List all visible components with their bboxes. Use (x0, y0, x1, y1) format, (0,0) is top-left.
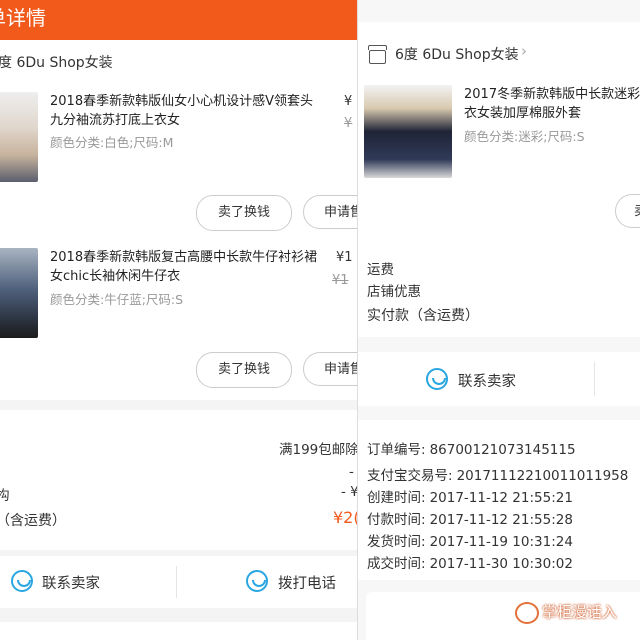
actual-paid-label: 实付款（含运费） (367, 308, 479, 324)
action-bar: 联系卖家 拨打电话 (0, 556, 357, 608)
paid-time-row: 付款时间: 2017-11-12 21:55:28 (367, 508, 573, 528)
info-value: 2017-11-12 21:55:21 (429, 490, 573, 506)
order-items-card: 度 6Du Shop女装 › 2018春季新款韩版仙女小心机设计感V领套头九分袖… (0, 40, 357, 400)
info-value: 2017-11-12 21:55:28 (429, 512, 573, 528)
shipped-time-row: 发货时间: 2017-11-19 10:31:24 (367, 530, 573, 550)
shipping-promo: 满199包邮除 (279, 442, 357, 458)
divider (594, 362, 595, 396)
order-info-card: 订单编号: 86700121073145115 支付宝交易号: 2017111221… (358, 420, 640, 580)
product-title[interactable]: 2017冬季新款韩版中长款迷彩棉衣女装加厚棉服外套 (464, 85, 640, 123)
shop-name[interactable]: 6度 6Du Shop女装 (395, 44, 519, 64)
info-label: 付款时间: (367, 512, 426, 528)
order-number-row: 订单编号: 86700121073145115 (367, 438, 576, 458)
product-thumbnail[interactable] (0, 92, 38, 182)
call-phone-button[interactable]: 拨打电话 (278, 572, 336, 593)
chat-icon (11, 570, 33, 592)
right-order-panel: 6度 6Du Shop女装 › 2017冬季新款韩版中长款迷彩棉衣女装加厚棉服外… (357, 0, 640, 640)
contact-seller-button[interactable]: 联系卖家 (458, 370, 516, 391)
product-thumbnail[interactable] (0, 248, 38, 338)
price-summary-card: 满199包邮除 - 构 - ¥ （含运费） ¥2( (0, 410, 357, 550)
product-thumbnail[interactable] (364, 85, 452, 178)
info-label: 成交时间: (367, 556, 426, 572)
product-title[interactable]: 2018春季新款韩版复古高腰中长款牛仔衬衫裙女chic长袖休闲牛仔衣 (50, 248, 322, 286)
apply-after-sale-button[interactable]: 申请售 (303, 195, 357, 229)
sell-button[interactable]: 卖了换钱 (196, 195, 292, 231)
product-price: ¥1 (336, 250, 353, 265)
chevron-right-icon: › (521, 42, 527, 60)
total-value: ¥2( (333, 508, 357, 527)
order-items-card: 6度 6Du Shop女装 › 2017冬季新款韩版中长款迷彩棉衣女装加厚棉服外… (358, 22, 640, 337)
bottom-card (0, 622, 357, 640)
contact-seller-button[interactable]: 联系卖家 (42, 572, 100, 593)
product-attributes: 颜色分类:白色;尺码:M (50, 135, 174, 150)
alipay-trade-row: 支付宝交易号: 20171112210011011958 (367, 464, 628, 484)
total-label: （含运费） (0, 513, 66, 529)
sell-button[interactable]: 卖 (615, 194, 640, 228)
page-title: 单详情 (0, 6, 46, 30)
watermark-logo-icon (515, 602, 539, 624)
shop-discount-label: 店铺优惠 (367, 284, 421, 300)
phone-icon (246, 570, 268, 592)
left-order-panel: 单详情 度 6Du Shop女装 › 2018春季新款韩版仙女小心机设计感V领套… (0, 0, 357, 640)
completed-time-row: 成交时间: 2017-11-30 10:30:02 (367, 552, 573, 572)
info-value: 2017-11-30 10:30:02 (429, 556, 573, 572)
product-attributes: 颜色分类:牛仔蓝;尺码:S (50, 292, 184, 307)
info-value: 2017-11-19 10:31:24 (429, 534, 573, 550)
created-time-row: 创建时间: 2017-11-12 21:55:21 (367, 486, 573, 506)
product-original-price: ¥1 (332, 273, 349, 288)
shipping-label: 运费 (367, 262, 394, 278)
info-label: 支付宝交易号: (367, 468, 453, 484)
product-price: ¥ (344, 94, 353, 109)
chevron-right-icon: › (104, 50, 110, 68)
info-value[interactable]: 86700121073145115 (430, 442, 576, 458)
chat-icon (426, 368, 448, 390)
shop-name[interactable]: 度 6Du Shop女装 (0, 52, 113, 72)
shipping-value: - (349, 464, 354, 480)
info-label: 订单编号: (367, 442, 426, 458)
apply-after-sale-button[interactable]: 申请售 (303, 352, 357, 386)
info-label: 发货时间: (367, 534, 426, 550)
info-label: 创建时间: (367, 490, 426, 506)
divider (176, 566, 177, 598)
product-original-price: ¥ (344, 116, 353, 131)
shop-discount-label: 构 (0, 488, 10, 504)
action-bar: 联系卖家 (358, 352, 640, 406)
shop-icon (368, 45, 387, 64)
order-detail-header: 单详情 (0, 0, 357, 40)
sell-button[interactable]: 卖了换钱 (196, 352, 292, 388)
product-attributes: 颜色分类:迷彩;尺码:S (464, 129, 585, 144)
watermark-text: 掌柜漫话入 (542, 603, 618, 621)
product-title[interactable]: 2018春季新款韩版仙女小心机设计感V领套头九分袖流苏打底上衣女 (50, 92, 322, 130)
info-value[interactable]: 20171112210011011958 (457, 468, 629, 484)
discount-value: - ¥ (341, 484, 357, 500)
